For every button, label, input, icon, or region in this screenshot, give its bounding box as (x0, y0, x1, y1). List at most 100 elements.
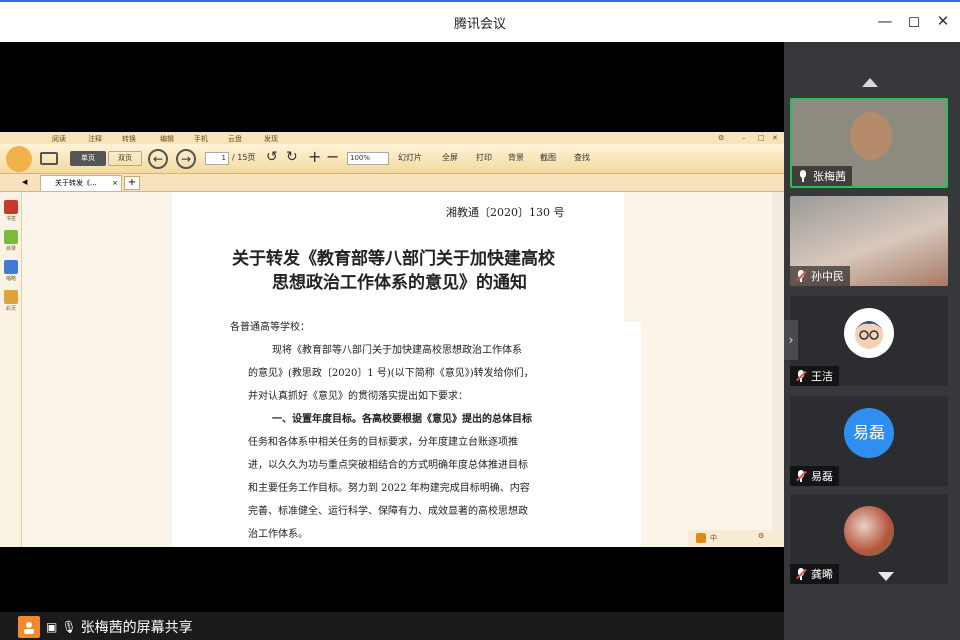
mic-icon (798, 170, 808, 182)
input-method-label: 中 (710, 534, 717, 542)
viewer-menu-item[interactable]: 阅读 (52, 134, 66, 144)
window-title: 腾讯会议 (453, 17, 506, 32)
participant-nameplate: 龚晞 (790, 564, 839, 584)
rail-thumbnails[interactable]: 缩略 (3, 260, 19, 282)
participant-tile-5[interactable]: 龚晞 (790, 494, 948, 584)
close-icon[interactable]: ✕ (934, 12, 952, 30)
mic-muted-icon (796, 470, 807, 482)
color-page-icon (4, 290, 18, 304)
status-settings-icon[interactable]: ⚙ (758, 532, 764, 540)
doc-salutation: 各普通高等学校： (230, 322, 310, 333)
viewer-menu-item[interactable]: 转换 (122, 134, 136, 144)
viewer-scrollbar[interactable] (772, 192, 784, 547)
participant-tile-4[interactable]: 易磊 易磊 (790, 396, 948, 486)
document-tab-label: 关于转发《... (55, 179, 97, 187)
minimize-icon[interactable]: — (876, 12, 894, 30)
presenter-avatar-icon (18, 616, 40, 638)
participant-nameplate: 孙中民 (790, 266, 850, 286)
zoom-select[interactable]: 100% (347, 152, 389, 165)
viewer-maximize-icon[interactable]: □ (758, 134, 765, 142)
participant-video (850, 112, 892, 160)
input-method-icon[interactable] (696, 533, 706, 543)
zoom-out-icon[interactable]: − (326, 147, 339, 166)
presenter-mic-icon: 🎙 (61, 620, 77, 634)
tab-back-icon[interactable]: ◀ (22, 178, 27, 186)
single-page-button[interactable]: 单页 (70, 151, 106, 166)
viewer-toolbar: 单页 双页 ← → 1 / 15页 ↺ ↻ + − 100% 幻灯片 全屏 打印… (0, 144, 784, 174)
shared-screen: 阅读 注释 转换 编辑 手机 云盘 发现 ⚙ – □ ✕ 单页 双页 ← → 1… (0, 132, 784, 547)
participants-panel: 张梅茜 孙中民 王洁 易磊 易磊 龚晞 (784, 42, 960, 640)
participant-tile-2[interactable]: 孙中民 (790, 196, 948, 286)
page-number-input[interactable]: 1 (205, 152, 229, 165)
scroll-down-icon[interactable] (878, 572, 894, 581)
participant-nameplate: 易磊 (790, 466, 839, 486)
slideshow-button[interactable]: 幻灯片 (398, 152, 422, 163)
participant-name: 张梅茜 (813, 170, 846, 183)
collapse-panel-icon[interactable]: › (784, 320, 798, 360)
rail-bookmark[interactable]: 书签 (3, 200, 19, 222)
participant-initials-avatar: 易磊 (844, 408, 894, 458)
doc-para2-line6: 治工作体系。 (248, 529, 308, 540)
doc-para2-line3: 进，以久久为功与重点突破相结合的方式明确年度总体推进目标 (248, 460, 528, 471)
participant-tile-1[interactable]: 张梅茜 (790, 98, 948, 188)
maximize-icon[interactable]: ◻ (905, 12, 923, 30)
viewer-menu-item[interactable]: 手机 (194, 134, 208, 144)
viewer-status-bar: 中 ⚙ (688, 530, 784, 546)
page-total: / 15页 (232, 153, 256, 162)
viewer-menu-item[interactable]: 云盘 (228, 134, 242, 144)
zoom-in-icon[interactable]: + (308, 147, 321, 166)
viewer-logo-icon (6, 146, 32, 172)
background-button[interactable]: 背景 (508, 152, 524, 163)
prev-page-icon[interactable]: ← (148, 149, 168, 169)
doc-para2-line4: 和主要任务工作目标。努力到 2022 年构建完成目标明确、内容 (248, 483, 530, 494)
bookmark-icon (4, 200, 18, 214)
viewer-menu-item[interactable]: 编辑 (160, 134, 174, 144)
title-bar: 腾讯会议 — ◻ ✕ (0, 0, 960, 42)
presenter-label: 张梅茜的屏幕共享 (80, 620, 193, 636)
rail-toc[interactable]: 目录 (3, 230, 19, 252)
mic-muted-icon (796, 270, 807, 282)
participant-name: 易磊 (811, 470, 833, 483)
viewer-menu-row: 阅读 注释 转换 编辑 手机 云盘 发现 ⚙ – □ ✕ (0, 132, 784, 144)
participant-tile-3[interactable]: 王洁 (790, 296, 948, 386)
fullscreen-button[interactable]: 全屏 (442, 152, 458, 163)
scroll-up-icon[interactable] (862, 78, 878, 87)
screen-share-indicator: ▣ 🎙 张梅茜的屏幕共享 (18, 616, 193, 638)
doc-para1-line1: 现将《教育部等八部门关于加快建高校思想政治工作体系 (272, 345, 522, 356)
mic-muted-icon (796, 370, 807, 382)
doc-para1-line2: 的意见》(教思政〔2020〕1 号)(以下简称《意见》)转发给你们， (248, 368, 534, 379)
doc-para2-line5: 完善、标准健全、运行科学、保障有力、成效显著的高校思想政 (248, 506, 528, 517)
tab-close-icon[interactable]: × (112, 176, 118, 191)
doc-title-line1: 关于转发《教育部等八部门关于加快建高校 (232, 249, 555, 269)
viewer-tab-row: ◀ 关于转发《... × + (0, 174, 784, 192)
find-button[interactable]: 查找 (574, 152, 590, 163)
participant-nameplate: 王洁 (790, 366, 839, 386)
document-tab[interactable]: 关于转发《... × (40, 175, 122, 191)
rotate-left-icon[interactable]: ↺ (266, 149, 278, 165)
capture-button[interactable]: 截图 (540, 152, 556, 163)
next-page-icon[interactable]: → (176, 149, 196, 169)
print-button[interactable]: 打印 (476, 152, 492, 163)
doc-para1-line3: 并对认真抓好《意见》的贯彻落实提出如下要求： (248, 391, 468, 402)
doc-para2-line1: 一、设置年度目标。各高校要根据《意见》提出的总体目标 (272, 414, 532, 425)
viewer-minimize-icon[interactable]: – (742, 134, 746, 142)
viewer-settings-icon[interactable]: ⚙ (718, 134, 724, 142)
doc-title-line2: 思想政治工作体系的意见》的通知 (272, 273, 527, 293)
thumbnail-icon (4, 260, 18, 274)
open-folder-icon[interactable] (40, 152, 58, 165)
participant-name: 龚晞 (811, 568, 833, 581)
viewer-close-icon[interactable]: ✕ (772, 134, 778, 142)
doc-number: 湘教通〔2020〕130 号 (446, 206, 565, 219)
rail-color[interactable]: 彩页 (3, 290, 19, 312)
double-page-button[interactable]: 双页 (108, 151, 142, 166)
screen-share-icon: ▣ (46, 620, 58, 634)
toc-icon (4, 230, 18, 244)
viewer-left-rail: 书签 目录 缩略 彩页 (0, 192, 22, 547)
meeting-window: 腾讯会议 — ◻ ✕ 阅读 注释 转换 编辑 手机 云盘 发现 ⚙ – □ ✕ … (0, 0, 960, 640)
participant-name: 孙中民 (811, 270, 844, 283)
rotate-right-icon[interactable]: ↻ (286, 149, 298, 165)
participant-avatar-icon (844, 308, 894, 358)
viewer-menu-item[interactable]: 发现 (264, 134, 278, 144)
viewer-menu-item[interactable]: 注释 (88, 134, 102, 144)
new-tab-icon[interactable]: + (124, 176, 140, 190)
